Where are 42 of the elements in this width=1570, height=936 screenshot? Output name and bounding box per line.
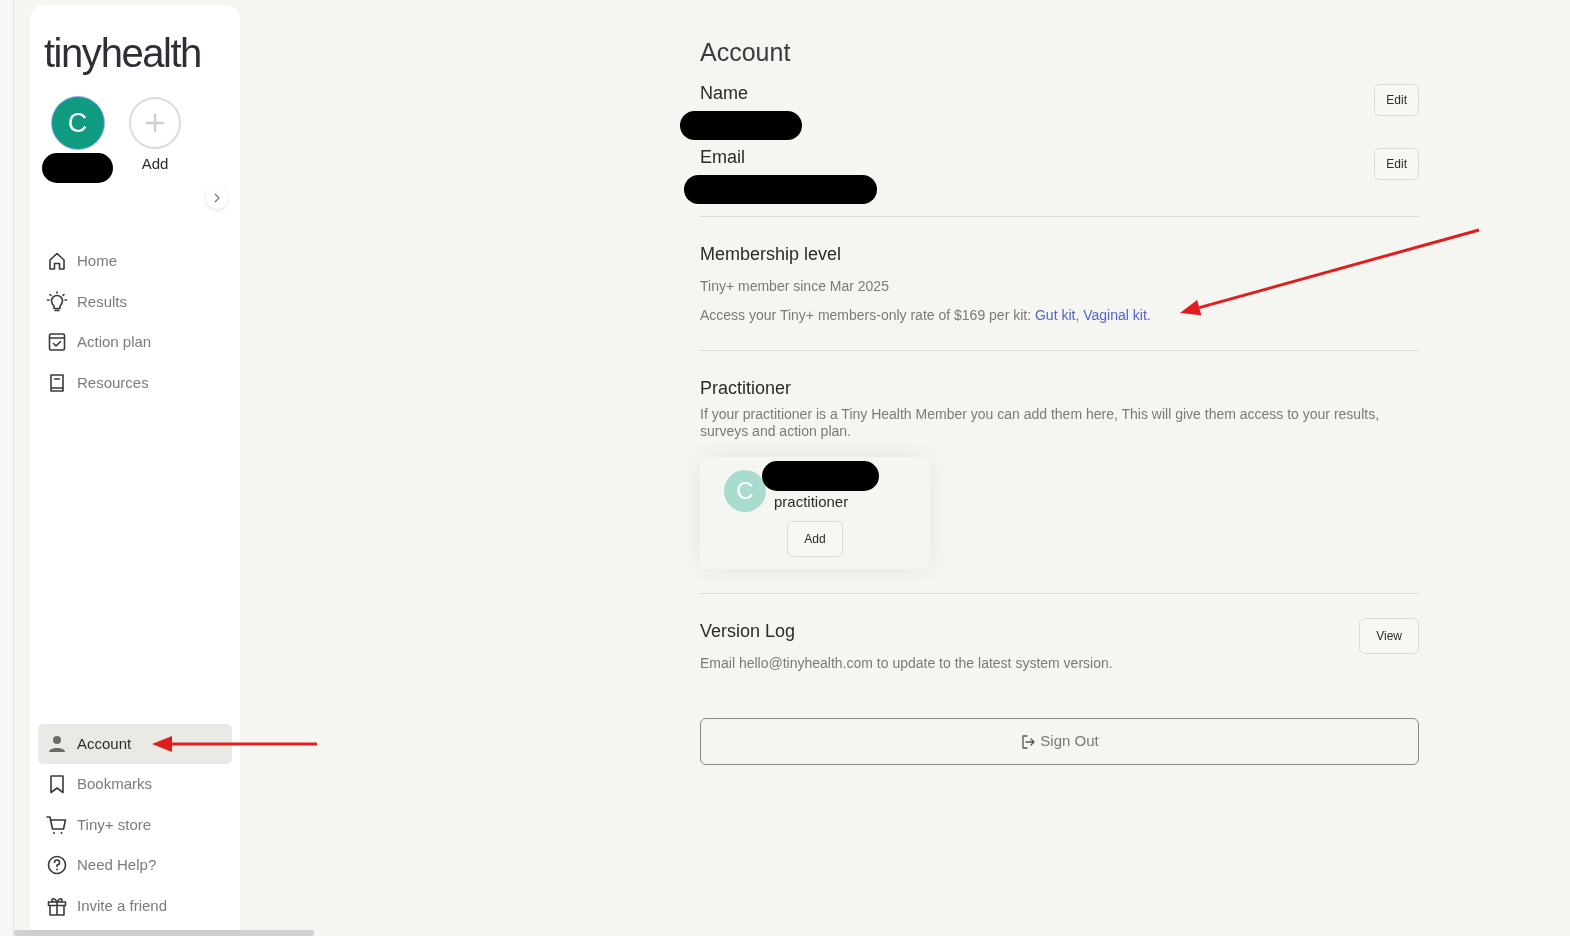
field-label: Email: [700, 145, 746, 169]
add-profile-button[interactable]: [129, 97, 181, 149]
add-profile-label: Add: [141, 154, 169, 174]
membership-since-text: Tiny+ member since Mar 2025: [700, 276, 890, 296]
expand-chevron-button[interactable]: [206, 187, 228, 209]
redaction-mark: [42, 153, 113, 183]
help-icon: [46, 854, 68, 877]
profile-avatar[interactable]: C: [51, 97, 104, 149]
scrollbar[interactable]: [14, 930, 314, 936]
sign-out-icon: [1020, 733, 1037, 750]
chevron-right-icon: [213, 193, 221, 203]
nav-item[interactable]: Resources: [38, 362, 232, 403]
plus-icon: [144, 112, 166, 134]
edit-button[interactable]: Edit: [1374, 147, 1419, 180]
section-title: Version Log: [700, 620, 797, 643]
nav-item[interactable]: Home: [38, 241, 232, 282]
practitioner-description: If your practitioner is a Tiny Health Member you can add them here, This will give them access to your results, surveys and action plan.: [700, 405, 1381, 441]
page-title: Account: [700, 37, 792, 68]
view-button[interactable]: View: [1359, 618, 1419, 654]
home-icon: [46, 250, 68, 273]
lightbulb-icon: [46, 290, 68, 313]
nav-item[interactable]: Invite a friend: [38, 885, 232, 926]
nav-item[interactable]: Need Help?: [38, 845, 232, 886]
nav-item[interactable]: Action plan: [38, 322, 232, 363]
calendar-check-icon: [46, 331, 68, 354]
version-log-description: Email hello@tinyhealth.com to update to the latest system version.: [700, 654, 1113, 673]
nav-item[interactable]: Account: [38, 723, 232, 764]
section-title: Practitioner: [700, 376, 793, 400]
section-title: Membership level: [700, 242, 843, 266]
nav-item[interactable]: Tiny+ store: [38, 804, 232, 845]
field-label: Name: [700, 81, 749, 105]
nav-item[interactable]: Results: [38, 281, 232, 322]
nav-item[interactable]: Bookmarks: [38, 764, 232, 805]
membership-rate-text: Access your Tiny+ members-only rate of $169 per kit: Gut kit, Vaginal kit.: [700, 305, 1152, 325]
edit-button[interactable]: Edit: [1374, 83, 1419, 116]
add-practitioner-button[interactable]: Add: [787, 521, 843, 557]
logo-text: tiny health: [43, 33, 202, 73]
sign-out-button[interactable]: Sign Out: [700, 718, 1419, 765]
practitioner-avatar: C: [724, 469, 766, 512]
cart-icon: [46, 813, 68, 836]
practitioner-role: practitioner: [774, 491, 850, 512]
kit-link[interactable]: Vaginal kit.: [1083, 306, 1151, 323]
